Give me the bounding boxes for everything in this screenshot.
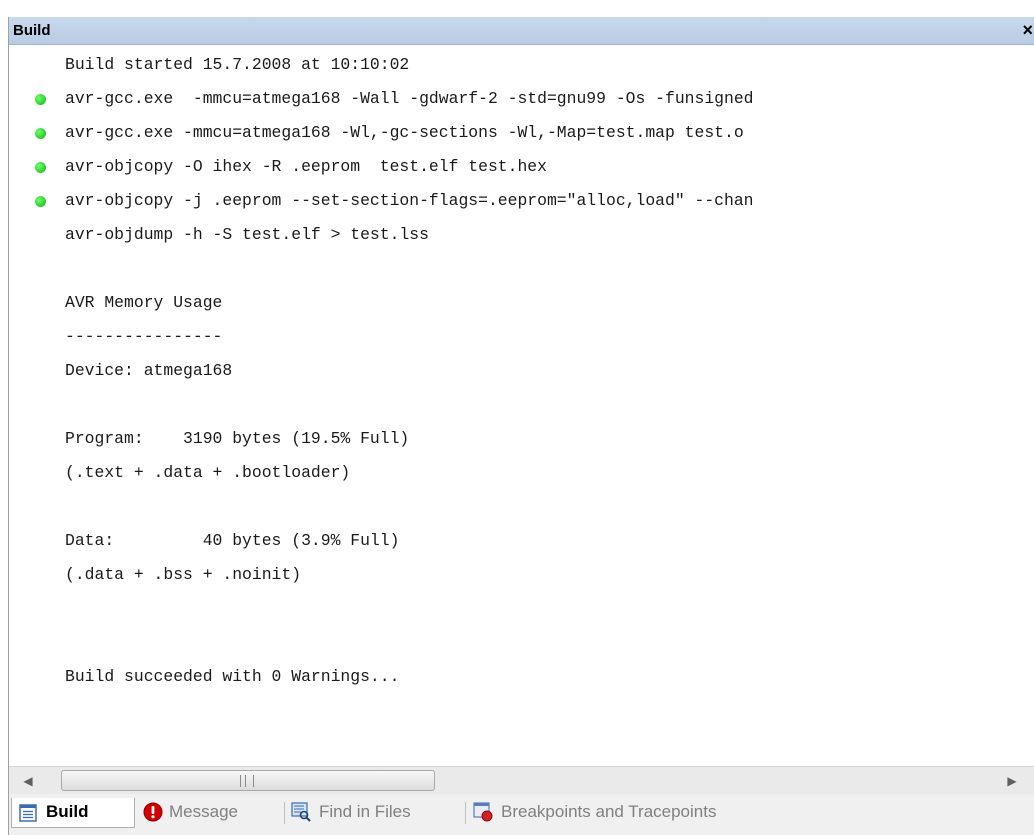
output-line-text: avr-objdump -h -S test.elf > test.lss [65,225,429,244]
success-status-icon [35,196,46,207]
breakpoint-icon [473,802,493,822]
tab-build[interactable]: Build [11,798,135,828]
tab-find-in-files[interactable]: Find in Files [289,798,457,828]
tab-breakpoints[interactable]: Breakpoints and Tracepoints [471,798,801,828]
output-line: AVR Memory Usage [9,293,1034,313]
output-line-text: avr-gcc.exe -mmcu=atmega168 -Wall -gdwar… [65,89,754,108]
output-line: avr-objcopy -j .eeprom --set-section-fla… [9,191,1034,211]
output-line: avr-gcc.exe -mmcu=atmega168 -Wl,-gc-sect… [9,123,1034,143]
output-line-text: avr-objcopy -j .eeprom --set-section-fla… [65,191,754,210]
output-tab-strip: Build Message Find in Files Breakpoints … [9,794,1034,835]
tab-build-label: Build [46,802,89,821]
find-in-files-icon [291,802,311,822]
success-status-icon [35,128,46,139]
scrollbar-thumb[interactable] [61,770,435,791]
output-line-text: Program: 3190 bytes (19.5% Full) [65,429,410,448]
output-line-text: Build started 15.7.2008 at 10:10:02 [65,55,410,74]
output-line-text: Device: atmega168 [65,361,233,380]
output-line-text: avr-objcopy -O ihex -R .eeprom test.elf … [65,157,547,176]
output-line: (.data + .bss + .noinit) [9,565,1034,585]
horizontal-scrollbar[interactable]: ◀ ▶ [9,766,1034,795]
output-line: Build succeeded with 0 Warnings... [9,667,1034,687]
output-line-text: (.data + .bss + .noinit) [65,565,302,584]
panel-title: Build [13,22,51,39]
output-line: avr-objcopy -O ihex -R .eeprom test.elf … [9,157,1034,177]
output-line-text: Build succeeded with 0 Warnings... [65,667,400,686]
output-line: Device: atmega168 [9,361,1034,381]
output-line-text: Data: 40 bytes (3.9% Full) [65,531,400,550]
tab-find-in-files-label: Find in Files [319,802,411,821]
tab-message-label: Message [169,802,238,821]
output-line-text: ---------------- [65,327,223,346]
scroll-left-icon[interactable]: ◀ [19,773,37,789]
close-icon[interactable]: × [1022,20,1033,41]
tab-separator [284,802,285,824]
success-status-icon [35,94,46,105]
output-line: avr-gcc.exe -mmcu=atmega168 -Wall -gdwar… [9,89,1034,109]
scroll-right-icon[interactable]: ▶ [1003,773,1021,789]
output-line-text: (.text + .data + .bootloader) [65,463,351,482]
build-output-icon [19,804,37,822]
output-line: Program: 3190 bytes (19.5% Full) [9,429,1034,449]
build-output-panel: Build × Build started 15.7.2008 at 10:10… [8,17,1034,835]
output-line: (.text + .data + .bootloader) [9,463,1034,483]
output-line: ---------------- [9,327,1034,347]
output-line: Build started 15.7.2008 at 10:10:02 [9,55,1034,75]
build-output-text-area[interactable]: Build started 15.7.2008 at 10:10:02 avr-g… [9,45,1034,766]
tab-breakpoints-label: Breakpoints and Tracepoints [501,802,717,821]
tab-separator [465,802,466,824]
panel-title-bar[interactable]: Build × [9,17,1034,45]
tab-message[interactable]: Message [139,798,275,828]
output-line: avr-objdump -h -S test.elf > test.lss [9,225,1034,245]
error-message-icon [143,802,163,822]
success-status-icon [35,162,46,173]
output-line-text: AVR Memory Usage [65,293,223,312]
output-line: Data: 40 bytes (3.9% Full) [9,531,1034,551]
grip-icon [240,775,254,787]
output-line-text: avr-gcc.exe -mmcu=atmega168 -Wl,-gc-sect… [65,123,744,142]
